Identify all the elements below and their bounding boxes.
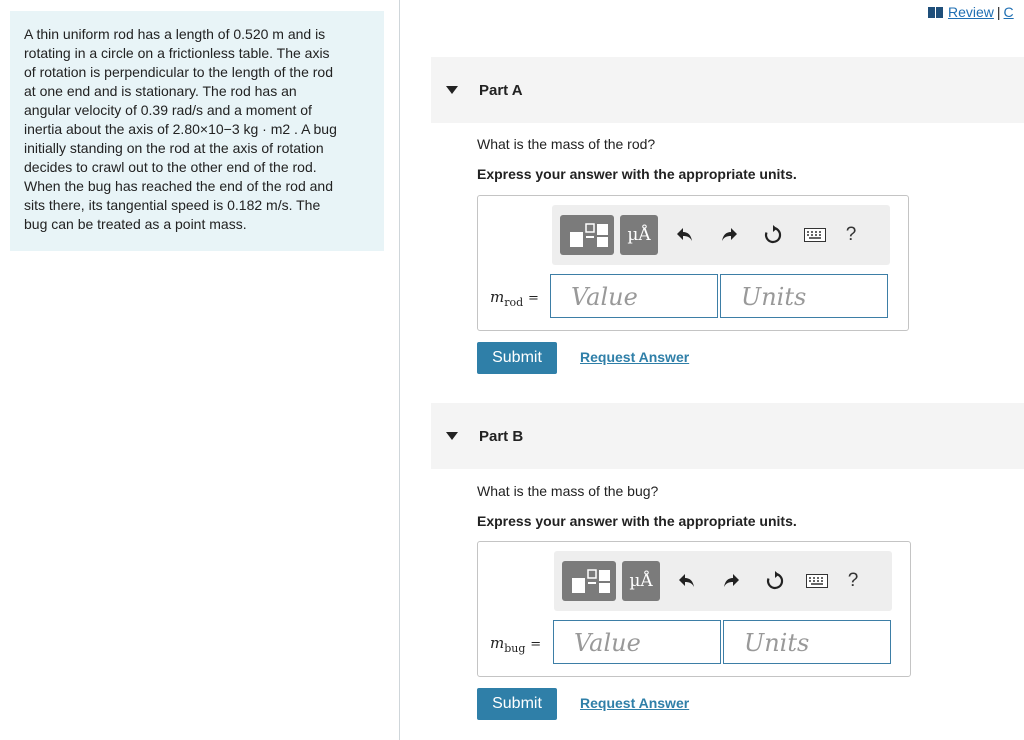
variable-symbol: m — [490, 634, 505, 652]
problem-line: inertia about the axis of 2.80×10−3 kg ·… — [24, 121, 337, 137]
units-button[interactable]: µÅ — [620, 215, 658, 255]
part-a-title: Part A — [479, 81, 523, 99]
math-toolbar: µÅ ? — [554, 551, 892, 611]
reset-icon[interactable] — [763, 569, 787, 593]
help-icon[interactable]: ? — [841, 569, 865, 593]
part-b-request-answer-link[interactable]: Request Answer — [580, 695, 689, 711]
problem-line: When the bug has reached the end of the … — [24, 178, 334, 194]
problem-statement: A thin uniform rod has a length of 0.520… — [10, 11, 384, 251]
reset-icon[interactable] — [761, 223, 785, 247]
part-a-question: What is the mass of the rod? — [477, 136, 656, 152]
book-icon — [928, 7, 943, 18]
problem-line: sits there, its tangential speed is 0.18… — [24, 197, 321, 213]
part-b-answer-box: µÅ ? mbug = Value Units — [477, 541, 911, 677]
keyboard-icon[interactable] — [805, 569, 829, 593]
part-a-instruction: Express your answer with the appropriate… — [477, 166, 797, 182]
column-divider — [399, 0, 400, 740]
problem-line: initially standing on the rod at the axi… — [24, 140, 324, 156]
part-a-answer-box: µÅ ? mrod = Value Units — [477, 195, 909, 331]
equals-sign: = — [527, 291, 539, 306]
part-a-header[interactable]: Part A — [431, 57, 1024, 123]
redo-icon[interactable] — [717, 223, 741, 247]
keyboard-icon[interactable] — [803, 223, 827, 247]
value-input[interactable]: Value — [553, 620, 721, 664]
problem-line: of rotation is perpendicular to the leng… — [24, 64, 333, 80]
problem-line: rotating in a circle on a frictionless t… — [24, 45, 330, 61]
constants-link[interactable]: C — [1004, 4, 1014, 20]
equals-sign: = — [530, 637, 542, 652]
part-b-instruction: Express your answer with the appropriate… — [477, 513, 797, 529]
review-bar: Review | C — [928, 4, 1014, 20]
review-link[interactable]: Review — [948, 4, 994, 20]
help-icon[interactable]: ? — [839, 223, 863, 247]
part-b-submit-button[interactable]: Submit — [477, 688, 557, 720]
collapse-triangle-icon[interactable] — [446, 86, 458, 94]
problem-line: A thin uniform rod has a length of 0.520… — [24, 26, 326, 42]
redo-icon[interactable] — [719, 569, 743, 593]
part-b-question: What is the mass of the bug? — [477, 483, 659, 499]
collapse-triangle-icon[interactable] — [446, 432, 458, 440]
variable-label: mrod = — [490, 288, 539, 309]
variable-label: mbug = — [490, 634, 541, 655]
variable-symbol: m — [490, 288, 505, 306]
problem-line: angular velocity of 0.39 rad/s and a mom… — [24, 102, 312, 118]
variable-subscript: rod — [504, 296, 524, 309]
part-b-title: Part B — [479, 427, 524, 445]
math-toolbar: µÅ ? — [552, 205, 890, 265]
part-a-request-answer-link[interactable]: Request Answer — [580, 349, 689, 365]
part-a-submit-button[interactable]: Submit — [477, 342, 557, 374]
problem-line: at one end and is stationary. The rod ha… — [24, 83, 297, 99]
problem-line: decides to crawl out to the other end of… — [24, 159, 317, 175]
units-input[interactable]: Units — [723, 620, 891, 664]
review-separator: | — [996, 4, 1001, 20]
templates-button[interactable] — [560, 215, 614, 255]
value-input[interactable]: Value — [550, 274, 718, 318]
undo-icon[interactable] — [673, 223, 697, 247]
templates-button[interactable] — [562, 561, 616, 601]
units-input[interactable]: Units — [720, 274, 888, 318]
undo-icon[interactable] — [675, 569, 699, 593]
variable-subscript: bug — [504, 642, 526, 655]
templates-icon — [570, 223, 608, 247]
part-b-header[interactable]: Part B — [431, 403, 1024, 469]
units-button[interactable]: µÅ — [622, 561, 660, 601]
problem-line: bug can be treated as a point mass. — [24, 216, 247, 232]
templates-icon — [572, 569, 610, 593]
